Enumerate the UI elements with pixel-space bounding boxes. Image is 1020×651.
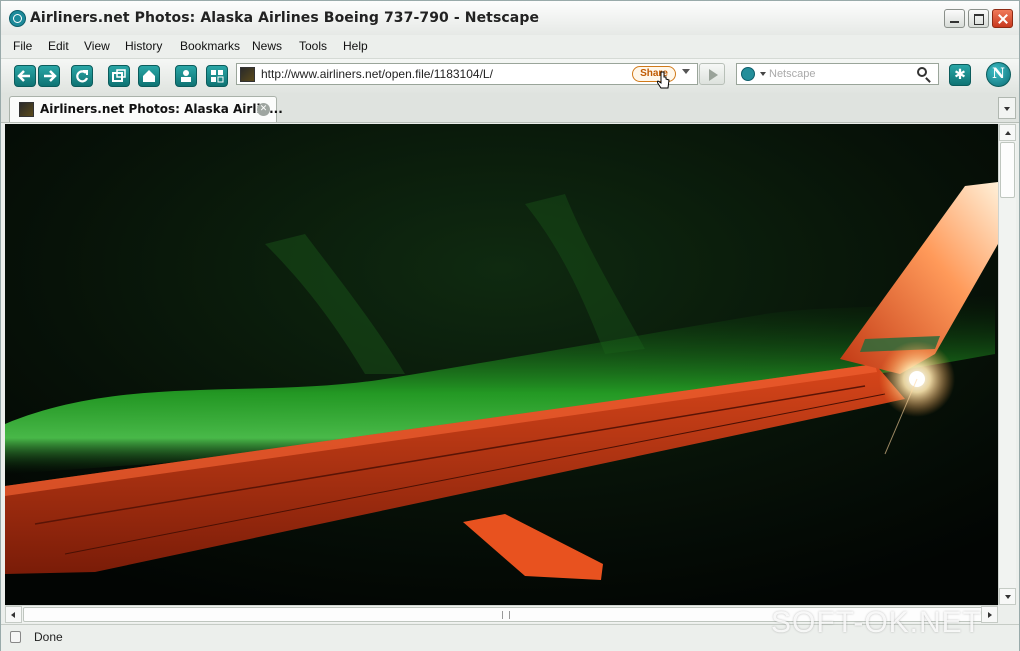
scroll-right-button[interactable] bbox=[981, 606, 998, 623]
person-icon bbox=[181, 70, 191, 82]
forward-button[interactable] bbox=[38, 65, 60, 87]
new-window-button[interactable] bbox=[108, 65, 130, 87]
menu-news[interactable]: News bbox=[252, 39, 282, 53]
back-button[interactable] bbox=[14, 65, 36, 87]
tab-label: Airliners.net Photos: Alaska Airlin... bbox=[40, 102, 283, 116]
forward-arrow-icon bbox=[44, 70, 57, 82]
menu-help[interactable]: Help bbox=[343, 39, 368, 53]
scroll-grip bbox=[502, 611, 510, 619]
back-arrow-icon bbox=[17, 70, 30, 82]
watermark: SOFT-OK.NET bbox=[771, 606, 983, 639]
tab-overview-button[interactable] bbox=[206, 65, 228, 87]
window-title: Airliners.net Photos: Alaska Airlines Bo… bbox=[30, 10, 540, 26]
mouse-cursor-icon bbox=[657, 71, 670, 89]
search-engine-dropdown-icon[interactable] bbox=[760, 72, 766, 76]
minimize-button[interactable] bbox=[944, 9, 965, 28]
go-button[interactable] bbox=[699, 63, 725, 85]
search-icon[interactable] bbox=[917, 67, 927, 77]
address-bar[interactable]: http://www.airliners.net/open.file/11831… bbox=[236, 63, 698, 85]
aurora-wing-photo bbox=[5, 124, 998, 605]
netscape-app-icon bbox=[9, 10, 26, 27]
close-window-button[interactable] bbox=[992, 9, 1013, 28]
url-history-dropdown-icon[interactable] bbox=[682, 69, 690, 74]
tab-close-icon[interactable]: ✕ bbox=[257, 103, 270, 116]
tab-strip: Airliners.net Photos: Alaska Airlin... ✕ bbox=[1, 93, 1019, 123]
title-bar: Airliners.net Photos: Alaska Airlines Bo… bbox=[1, 1, 1019, 36]
page-content-photo bbox=[5, 124, 998, 605]
sidebar-toggle-button[interactable]: ✱ bbox=[949, 64, 971, 86]
tab-favicon-icon bbox=[19, 102, 34, 117]
status-text: Done bbox=[34, 630, 63, 644]
print-button[interactable] bbox=[175, 65, 197, 87]
site-favicon-icon bbox=[240, 67, 255, 82]
reload-icon bbox=[76, 70, 89, 83]
menu-file[interactable]: File bbox=[13, 39, 32, 53]
vertical-scrollbar[interactable] bbox=[998, 124, 1016, 605]
home-icon bbox=[143, 70, 155, 82]
tab-airliners[interactable]: Airliners.net Photos: Alaska Airlin... ✕ bbox=[9, 96, 283, 122]
maximize-button[interactable] bbox=[968, 9, 989, 28]
menu-bookmarks[interactable]: Bookmarks bbox=[180, 39, 240, 53]
windows-icon bbox=[112, 69, 126, 82]
url-text[interactable]: http://www.airliners.net/open.file/11831… bbox=[261, 67, 493, 81]
search-box[interactable] bbox=[736, 63, 939, 85]
grid-icon bbox=[211, 70, 224, 83]
page-status-icon bbox=[10, 631, 21, 643]
scroll-down-button[interactable] bbox=[999, 588, 1016, 605]
vertical-scroll-thumb[interactable] bbox=[1000, 142, 1015, 198]
tab-list-dropdown-button[interactable] bbox=[998, 97, 1016, 119]
menu-tools[interactable]: Tools bbox=[299, 39, 327, 53]
menu-bar: File Edit View History Bookmarks News To… bbox=[1, 35, 1019, 57]
menu-history[interactable]: History bbox=[125, 39, 162, 53]
scroll-up-button[interactable] bbox=[999, 124, 1016, 141]
menu-view[interactable]: View bbox=[84, 39, 110, 53]
browser-window: Airliners.net Photos: Alaska Airlines Bo… bbox=[0, 0, 1020, 651]
home-button[interactable] bbox=[138, 65, 160, 87]
netscape-logo-icon[interactable]: N bbox=[986, 62, 1011, 87]
scroll-left-button[interactable] bbox=[5, 606, 22, 623]
search-input[interactable] bbox=[769, 66, 909, 82]
menu-edit[interactable]: Edit bbox=[48, 39, 69, 53]
search-engine-icon[interactable] bbox=[741, 67, 755, 81]
reload-button[interactable] bbox=[71, 65, 93, 87]
